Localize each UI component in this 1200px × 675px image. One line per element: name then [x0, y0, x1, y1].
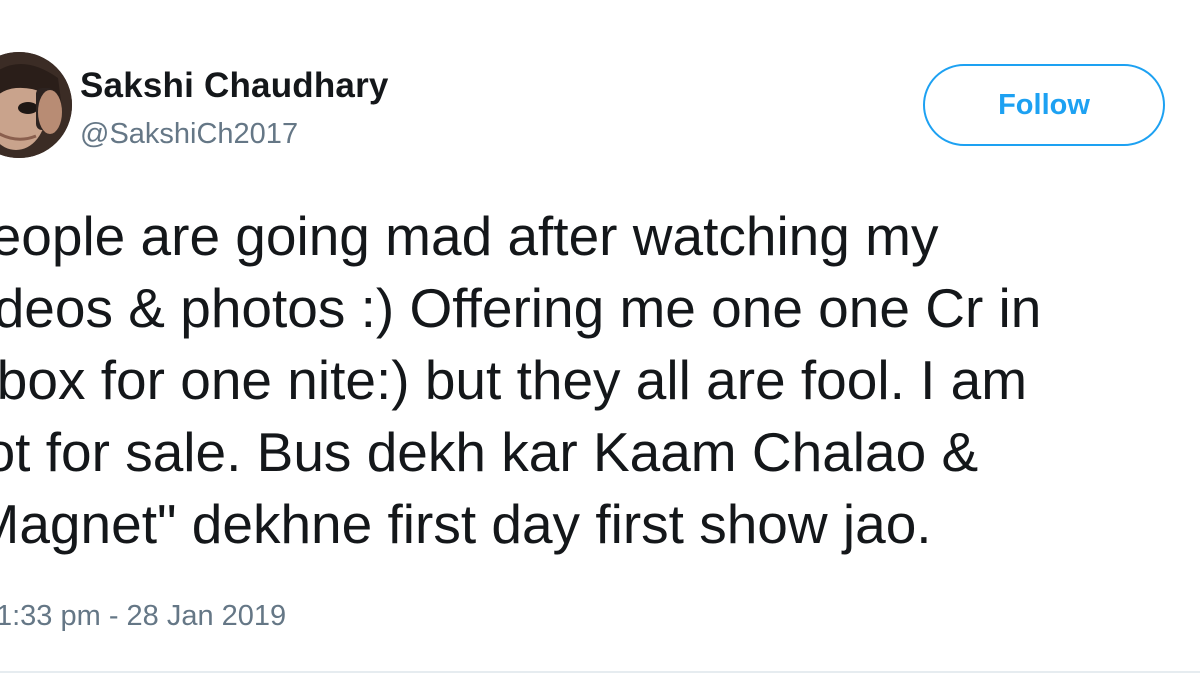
follow-button[interactable]: Follow: [923, 64, 1165, 146]
avatar[interactable]: [0, 52, 72, 158]
divider: [0, 671, 1200, 673]
display-name[interactable]: Sakshi Chaudhary: [80, 66, 389, 106]
tweet-timestamp[interactable]: 11:33 pm - 28 Jan 2019: [0, 600, 286, 633]
tweet-text-line: inbox for one nite:) but they all are fo…: [0, 349, 1028, 411]
tweet-text-line: videos & photos :) Offering me one one C…: [0, 277, 1042, 339]
user-handle[interactable]: @SakshiCh2017: [80, 118, 298, 151]
avatar-photo-icon: [0, 52, 72, 158]
tweet-text-line: "Magnet" dekhne first day first show jao…: [0, 493, 932, 555]
tweet-text-line: not for sale. Bus dekh kar Kaam Chalao &: [0, 421, 979, 483]
tweet-text-line: People are going mad after watching my: [0, 205, 939, 267]
tweet-card: Sakshi Chaudhary @SakshiCh2017 Follow Pe…: [0, 0, 1200, 675]
tweet-text: People are going mad after watching my v…: [0, 200, 1200, 560]
